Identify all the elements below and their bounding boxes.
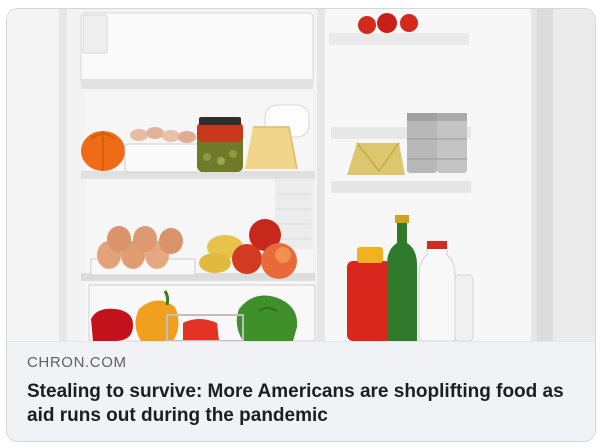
source-domain: CHRON.COM: [27, 354, 127, 371]
article-headline[interactable]: Stealing to survive: More Americans are …: [27, 380, 579, 428]
link-preview-card[interactable]: CHRON.COM Stealing to survive: More Amer…: [6, 8, 596, 442]
link-caption[interactable]: CHRON.COM Stealing to survive: More Amer…: [7, 341, 595, 441]
article-image[interactable]: [7, 9, 595, 341]
refrigerator-photo: [7, 9, 595, 341]
